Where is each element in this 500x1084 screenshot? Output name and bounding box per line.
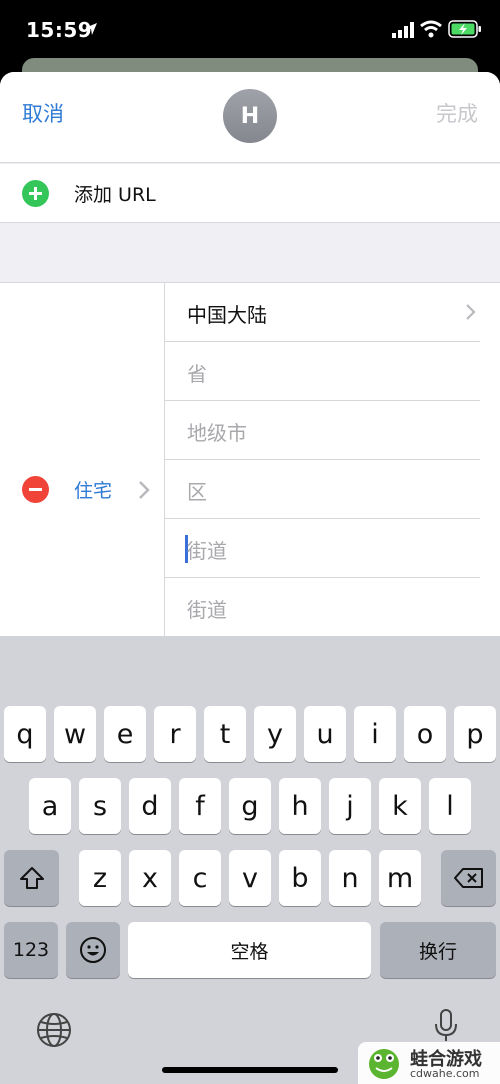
address-type-label[interactable]: 住宅 <box>74 476 112 503</box>
numbers-key[interactable]: 123 <box>4 922 58 978</box>
province-placeholder[interactable]: 省 <box>187 358 207 387</box>
frog-logo-icon <box>369 1049 399 1079</box>
add-url-label[interactable]: 添加 URL <box>74 180 156 207</box>
key-v[interactable]: v <box>229 850 271 906</box>
key-e[interactable]: e <box>104 706 146 762</box>
space-key[interactable]: 空格 <box>128 922 371 978</box>
key-m[interactable]: m <box>379 850 421 906</box>
key-q[interactable]: q <box>4 706 46 762</box>
key-p[interactable]: p <box>454 706 496 762</box>
return-key[interactable]: 换行 <box>380 922 496 978</box>
remove-circle-icon[interactable] <box>22 476 49 503</box>
key-b[interactable]: b <box>279 850 321 906</box>
emoji-icon <box>80 937 106 963</box>
district-field[interactable]: 区 <box>165 460 480 519</box>
cellular-signal-icon <box>392 22 414 38</box>
key-d[interactable]: d <box>129 778 171 834</box>
address-section: 住宅 中国大陆 省 地级市 区 街道 街道 <box>0 282 500 637</box>
watermark: 蛙合游戏 cdwahe.com <box>358 1042 500 1084</box>
key-z[interactable]: z <box>79 850 121 906</box>
chevron-right-icon[interactable] <box>465 303 476 321</box>
key-a[interactable]: a <box>29 778 71 834</box>
city-field[interactable]: 地级市 <box>165 401 480 460</box>
key-t[interactable]: t <box>204 706 246 762</box>
key-i[interactable]: i <box>354 706 396 762</box>
key-w[interactable]: w <box>54 706 96 762</box>
navigation-bar: 取消 H 完成 <box>0 72 500 163</box>
district-placeholder[interactable]: 区 <box>187 476 207 505</box>
watermark-subtitle: cdwahe.com <box>410 1067 480 1080</box>
city-placeholder[interactable]: 地级市 <box>187 417 247 446</box>
wifi-icon <box>420 20 442 38</box>
street-field-1[interactable]: 街道 <box>165 519 480 578</box>
street-field-2[interactable]: 街道 <box>165 578 480 637</box>
key-n[interactable]: n <box>329 850 371 906</box>
cancel-button[interactable]: 取消 <box>22 98 64 128</box>
delete-icon <box>453 868 483 888</box>
key-k[interactable]: k <box>379 778 421 834</box>
add-url-row[interactable]: 添加 URL <box>0 164 500 223</box>
home-indicator <box>162 1067 338 1073</box>
key-f[interactable]: f <box>179 778 221 834</box>
shift-icon <box>19 867 44 889</box>
key-l[interactable]: l <box>429 778 471 834</box>
status-time: 15:59 <box>26 18 93 42</box>
key-o[interactable]: o <box>404 706 446 762</box>
keyboard: q w e r t y u i o p a s d f g h j k l z … <box>0 636 500 1084</box>
country-value[interactable]: 中国大陆 <box>187 299 267 328</box>
emoji-key[interactable] <box>66 922 120 978</box>
street-placeholder-2[interactable]: 街道 <box>187 594 227 623</box>
key-j[interactable]: j <box>329 778 371 834</box>
key-g[interactable]: g <box>229 778 271 834</box>
location-arrow-icon <box>85 23 97 35</box>
key-s[interactable]: s <box>79 778 121 834</box>
chevron-right-icon[interactable] <box>138 480 150 500</box>
microphone-icon[interactable] <box>434 1008 458 1042</box>
key-x[interactable]: x <box>129 850 171 906</box>
avatar[interactable]: H <box>223 89 277 143</box>
shift-key[interactable] <box>4 850 59 906</box>
key-r[interactable]: r <box>154 706 196 762</box>
add-circle-icon[interactable] <box>22 180 49 207</box>
key-c[interactable]: c <box>179 850 221 906</box>
country-field[interactable]: 中国大陆 <box>165 283 480 342</box>
key-y[interactable]: y <box>254 706 296 762</box>
status-bar: 15:59 <box>0 0 500 62</box>
key-h[interactable]: h <box>279 778 321 834</box>
done-button[interactable]: 完成 <box>436 98 478 128</box>
battery-charging-icon <box>448 20 481 38</box>
street-placeholder-1[interactable]: 街道 <box>187 535 227 564</box>
globe-icon[interactable] <box>36 1012 72 1048</box>
delete-key[interactable] <box>441 850 496 906</box>
province-field[interactable]: 省 <box>165 342 480 401</box>
key-u[interactable]: u <box>304 706 346 762</box>
